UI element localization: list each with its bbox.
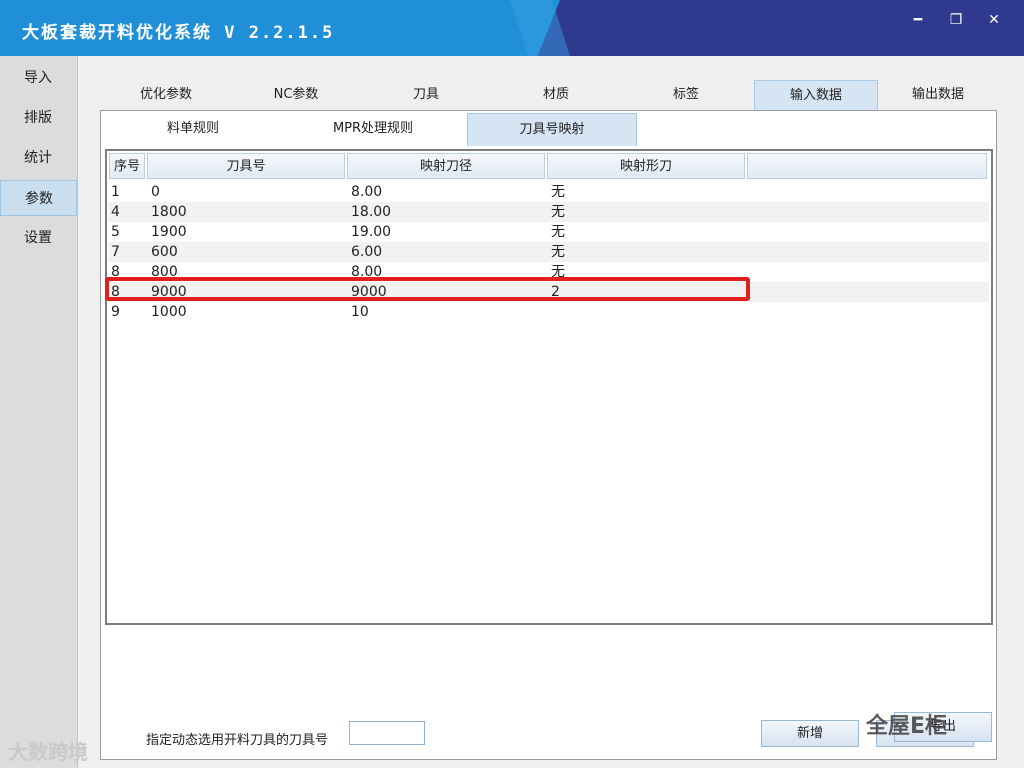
cell-index: 7 (111, 244, 120, 260)
cell-tool-number: 1800 (151, 204, 187, 220)
table-row[interactable]: 5 1900 19.00 无 (109, 222, 989, 242)
main-area: 优化参数 NC参数 刀具 材质 标签 输入数据 输出数据 料单规则 MPR处理规… (78, 56, 1024, 768)
column-header-tool-number[interactable]: 刀具号 (147, 153, 345, 179)
column-header-mapped-profile-tool[interactable]: 映射形刀 (547, 153, 745, 179)
cell-index: 5 (111, 224, 120, 240)
cell-index: 4 (111, 204, 120, 220)
column-header-empty (747, 153, 987, 179)
subtab-bom-rules[interactable]: 料单规则 (141, 113, 245, 145)
table-row[interactable]: 1 0 8.00 无 (109, 182, 989, 202)
sidebar-item-settings[interactable]: 设置 (0, 220, 77, 256)
cell-mapped-diameter: 19.00 (351, 224, 392, 240)
subtab-mpr-rules[interactable]: MPR处理规则 (321, 113, 425, 145)
title-bar: 大板套裁开料优化系统 V 2.2.1.5 ━ ❐ ✕ (0, 0, 1024, 56)
input-data-panel: 料单规则 MPR处理规则 刀具号映射 序号 刀具号 映射刀径 映射形刀 1 0 … (100, 110, 997, 760)
window-title: 大板套裁开料优化系统 V 2.2.1.5 (22, 23, 335, 43)
cell-index: 9 (111, 304, 120, 320)
cell-index: 1 (111, 184, 120, 200)
column-header-index[interactable]: 序号 (109, 153, 145, 179)
table-row[interactable]: 9 1000 10 (109, 302, 989, 322)
cell-mapped-profile-tool: 无 (551, 204, 565, 220)
tab-input-data[interactable]: 输入数据 (754, 80, 878, 111)
cell-tool-number: 0 (151, 184, 160, 200)
subtab-tool-mapping[interactable]: 刀具号映射 (467, 113, 637, 146)
tab-tools[interactable]: 刀具 (378, 80, 474, 110)
cell-mapped-diameter: 8.00 (351, 184, 383, 200)
highlight-annotation (105, 277, 750, 301)
cell-mapped-diameter: 10 (351, 304, 369, 320)
sidebar-item-statistics[interactable]: 统计 (0, 140, 77, 176)
tool-mapping-table: 序号 刀具号 映射刀径 映射形刀 1 0 8.00 无 4 1800 18.00… (105, 149, 993, 625)
cell-tool-number: 600 (151, 244, 178, 260)
tab-optimization-params[interactable]: 优化参数 (118, 80, 214, 110)
sidebar-item-layout[interactable]: 排版 (0, 100, 77, 136)
cell-tool-number: 1900 (151, 224, 187, 240)
cell-mapped-diameter: 6.00 (351, 244, 383, 260)
maximize-button[interactable]: ❐ (938, 8, 974, 32)
close-button[interactable]: ✕ (976, 8, 1012, 32)
sidebar-item-import[interactable]: 导入 (0, 60, 77, 96)
cell-mapped-profile-tool: 无 (551, 184, 565, 200)
add-button[interactable]: 新增 (761, 720, 859, 747)
cell-mapped-diameter: 18.00 (351, 204, 392, 220)
tab-nc-params[interactable]: NC参数 (248, 80, 344, 110)
sidebar-item-parameters[interactable]: 参数 (0, 180, 77, 216)
tab-material[interactable]: 材质 (508, 80, 604, 110)
table-row[interactable]: 4 1800 18.00 无 (109, 202, 989, 222)
tab-output-data[interactable]: 输出数据 (890, 80, 986, 110)
sidebar: 导入 排版 统计 参数 设置 (0, 56, 78, 768)
watermark-right: 全屋E柜 (866, 714, 948, 739)
tab-labels[interactable]: 标签 (638, 80, 734, 110)
cell-tool-number: 1000 (151, 304, 187, 320)
table-row[interactable]: 7 600 6.00 无 (109, 242, 989, 262)
cell-mapped-profile-tool: 无 (551, 224, 565, 240)
cell-mapped-profile-tool: 无 (551, 244, 565, 260)
column-header-mapped-diameter[interactable]: 映射刀径 (347, 153, 545, 179)
watermark-left: 大数跨境 (8, 740, 88, 764)
dynamic-tool-label: 指定动态选用开料刀具的刀具号 (146, 733, 329, 748)
dynamic-tool-number-input[interactable] (349, 721, 425, 745)
minimize-button[interactable]: ━ (900, 8, 936, 32)
